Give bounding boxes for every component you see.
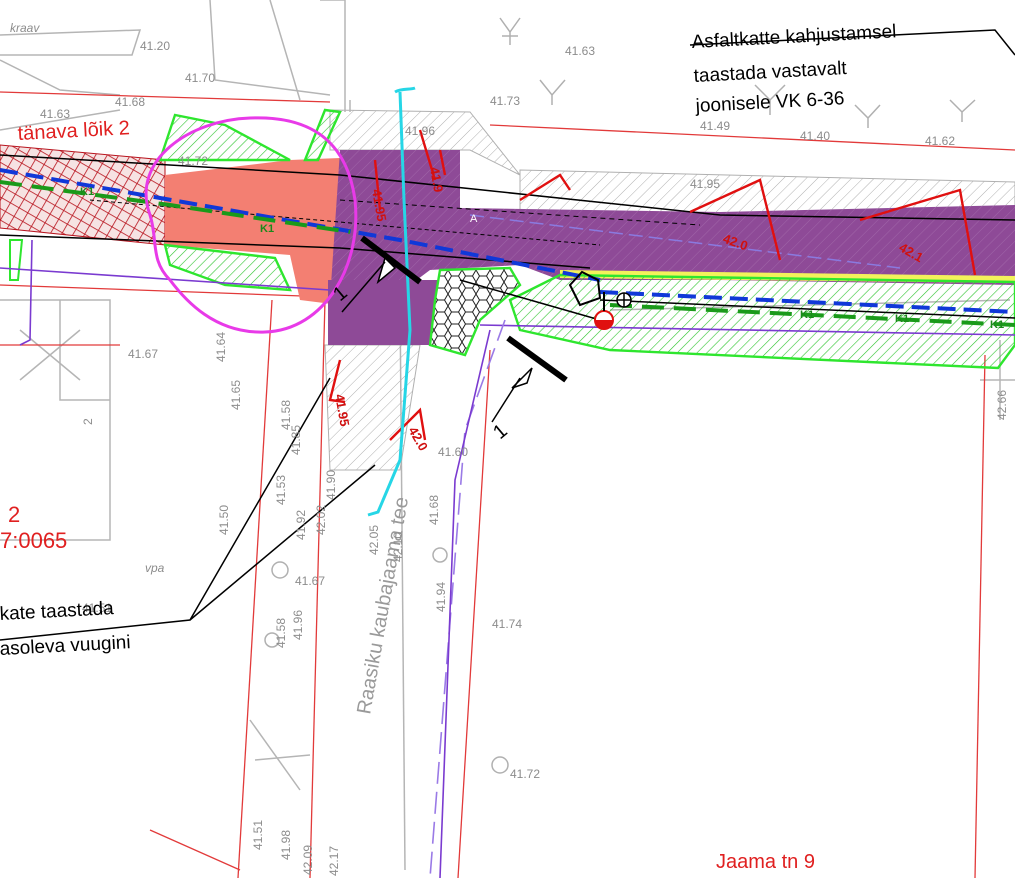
vpa-label: vpa — [145, 561, 165, 575]
cobblestone-island — [428, 266, 522, 357]
site-plan-drawing: Raasiku kaubajaama tee kraav vpa 2 tänav… — [0, 0, 1015, 878]
svg-text:Asfaltkatte kahjustamsel: Asfaltkatte kahjustamsel — [691, 21, 897, 53]
svg-text:41.64: 41.64 — [214, 332, 228, 362]
k1-label-left: K1 — [80, 186, 94, 198]
svg-text:41.62: 41.62 — [925, 134, 955, 148]
svg-text:kate taastada: kate taastada — [0, 598, 115, 625]
svg-text:41.68: 41.68 — [115, 95, 145, 109]
jaama-parcel-label: Jaama tn 9 — [716, 851, 815, 873]
svg-text:41.51: 41.51 — [251, 820, 265, 850]
svg-text:41.72: 41.72 — [178, 154, 208, 168]
svg-text:41.68: 41.68 — [427, 495, 441, 525]
k1-label-mid: K1 — [260, 223, 274, 235]
svg-text:41.94: 41.94 — [434, 582, 448, 612]
section-marker-bottom — [491, 335, 568, 423]
svg-text:41.74: 41.74 — [492, 617, 522, 631]
svg-text:42.66: 42.66 — [995, 390, 1009, 420]
elevation-points: 41.20 41.70 41.63 41.68 41.72 41.73 41.6… — [40, 39, 1009, 876]
section-number-bottom: 1 — [489, 420, 512, 444]
k1-label-right2: K1 — [895, 313, 909, 325]
svg-text:42.17: 42.17 — [327, 846, 341, 876]
svg-text:42.05: 42.05 — [367, 525, 381, 555]
k1-label-right3: K1 — [990, 319, 1004, 331]
svg-text:41.98: 41.98 — [279, 830, 293, 860]
svg-text:41.73: 41.73 — [490, 94, 520, 108]
parcel-code-red: 7:0065 — [0, 528, 67, 553]
svg-text:41.53: 41.53 — [274, 475, 288, 505]
svg-text:41.63: 41.63 — [40, 107, 70, 121]
svg-text:41.63: 41.63 — [565, 44, 595, 58]
contour-value: 42.0 — [405, 424, 431, 453]
svg-text:41.96: 41.96 — [291, 610, 305, 640]
svg-text:taastada vastavalt: taastada vastavalt — [693, 58, 848, 87]
svg-text:joonisele VK 6-36: joonisele VK 6-36 — [694, 88, 845, 117]
k1-label-right1: K1 — [800, 309, 814, 321]
svg-text:41.90: 41.90 — [324, 470, 338, 500]
svg-text:41.65: 41.65 — [229, 380, 243, 410]
svg-text:41.85: 41.85 — [289, 425, 303, 455]
svg-text:41.67: 41.67 — [128, 347, 158, 361]
svg-text:42.02: 42.02 — [314, 505, 328, 535]
note-asphalt-restoration: Asfaltkatte kahjustamsel taastada vastav… — [691, 21, 897, 117]
parcel-number-label: 2 — [81, 418, 95, 425]
svg-text:41.20: 41.20 — [140, 39, 170, 53]
svg-text:41.60: 41.60 — [438, 445, 468, 459]
parcel-number-red: 2 — [8, 502, 20, 527]
svg-text:42.10: 42.10 — [391, 532, 405, 562]
svg-text:41.72: 41.72 — [510, 767, 540, 781]
svg-text:asoleva vuugini: asoleva vuugini — [0, 632, 131, 660]
ditch-label: kraav — [10, 21, 40, 35]
svg-text:41.49: 41.49 — [700, 119, 730, 133]
street-segment-label: tänava lõik 2 — [17, 117, 130, 145]
road-name-label: Raasiku kaubajaama tee — [353, 495, 413, 716]
svg-text:41.95: 41.95 — [690, 177, 720, 191]
svg-text:41.92: 41.92 — [294, 510, 308, 540]
svg-text:41.70: 41.70 — [185, 71, 215, 85]
svg-text:41.96: 41.96 — [405, 124, 435, 138]
svg-text:42.09: 42.09 — [301, 845, 315, 875]
svg-text:41.58: 41.58 — [274, 618, 288, 648]
svg-text:41.67: 41.67 — [295, 574, 325, 588]
svg-text:41.50: 41.50 — [217, 505, 231, 535]
svg-text:41.40: 41.40 — [800, 129, 830, 143]
asphalt-block — [328, 280, 438, 345]
a-label: A — [470, 213, 478, 225]
